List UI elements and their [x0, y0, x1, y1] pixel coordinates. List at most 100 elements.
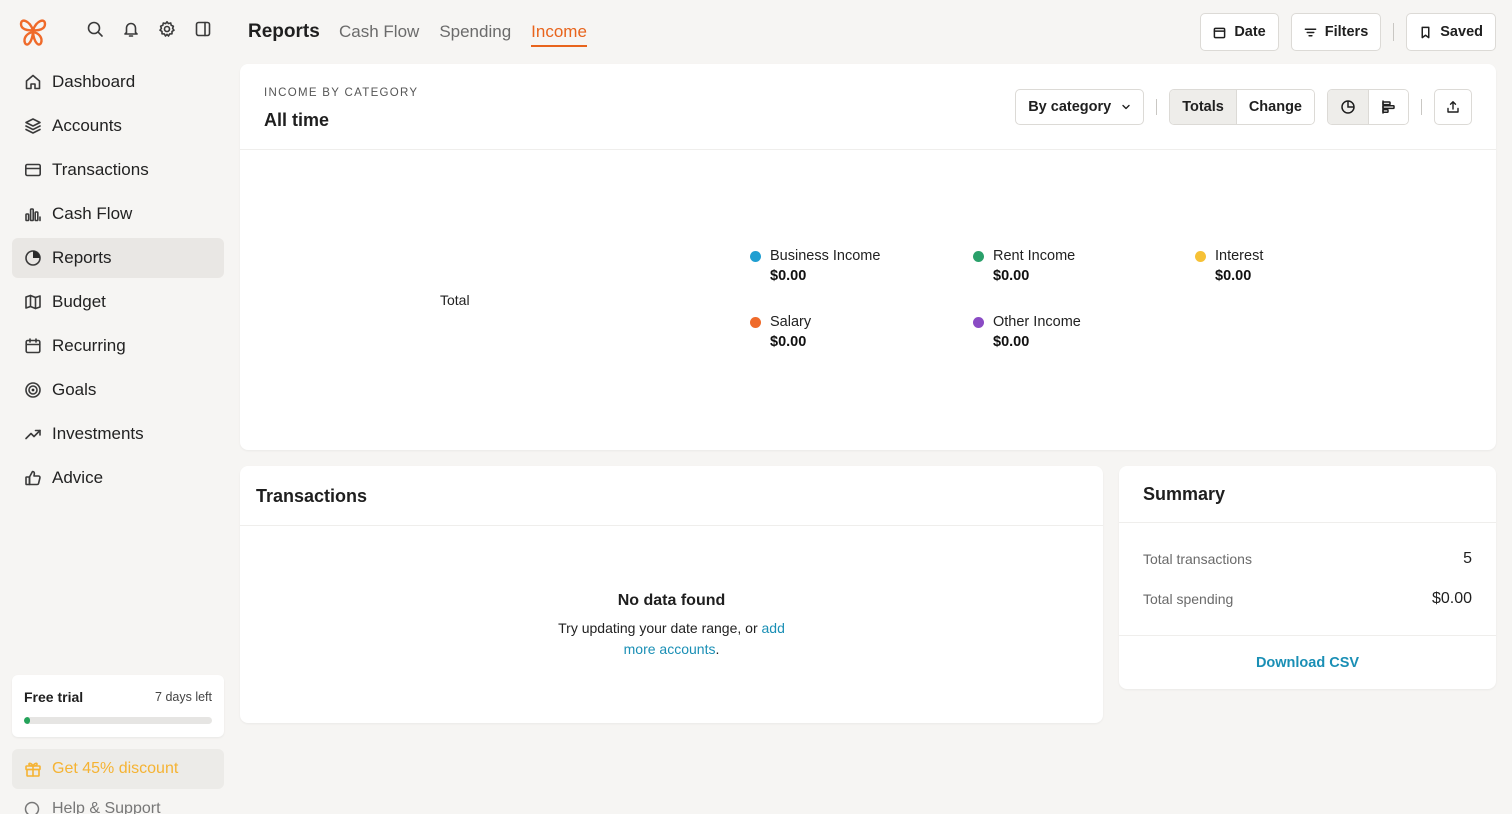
- sidebar-item-label: Budget: [52, 292, 106, 311]
- bar-view-button[interactable]: [1368, 90, 1408, 124]
- legend-item-other-income[interactable]: Other Income $0.00: [973, 314, 1173, 350]
- tab-spending[interactable]: Spending: [439, 22, 511, 47]
- export-button[interactable]: [1434, 89, 1472, 125]
- legend-name-row: Salary: [750, 314, 950, 330]
- legend-label: Salary: [770, 314, 812, 330]
- change-button[interactable]: Change: [1235, 90, 1314, 124]
- help-support-link[interactable]: Help & Support: [24, 800, 161, 814]
- gear-icon[interactable]: [158, 20, 176, 38]
- empty-state-text: Try updating your date range, or add mor…: [547, 618, 797, 660]
- date-button-label: Date: [1234, 24, 1266, 40]
- calendar-icon: [1213, 27, 1226, 38]
- sidebar-top-icons: [86, 20, 212, 38]
- legend-item-interest[interactable]: Interest $0.00: [1195, 248, 1395, 284]
- sidebar-item-label: Reports: [52, 248, 112, 267]
- transactions-title: Transactions: [256, 486, 368, 506]
- sidebar-item-label: Transactions: [52, 160, 149, 179]
- discount-label: Get 45% discount: [52, 760, 179, 777]
- legend-label: Interest: [1215, 248, 1264, 264]
- filter-icon: [1304, 28, 1317, 36]
- empty-state-title: No data found: [617, 592, 726, 609]
- download-csv-link[interactable]: Download CSV: [1256, 655, 1359, 671]
- sidebar-item-label: Investments: [52, 424, 144, 443]
- totals-button[interactable]: Totals: [1170, 90, 1236, 124]
- filters-button-label: Filters: [1324, 24, 1369, 40]
- chart-controls: By category Totals Change: [1015, 89, 1472, 125]
- tab-income[interactable]: Income: [531, 22, 587, 47]
- controls-divider: [1156, 99, 1158, 115]
- summary-label: Total spending: [1143, 591, 1234, 607]
- free-trial-days-left: 7 days left: [155, 690, 212, 704]
- free-trial-header: Free trial 7 days left: [24, 689, 212, 705]
- sidebar-item-advice[interactable]: Advice: [12, 458, 224, 498]
- controls-divider: [1421, 99, 1422, 115]
- sidebar-item-budget[interactable]: Budget: [12, 282, 224, 322]
- transactions-card: Transactions No data found Try updating …: [240, 466, 1103, 723]
- sidebar-item-label: Dashboard: [52, 72, 136, 91]
- sidebar-item-label: Cash Flow: [52, 204, 133, 223]
- sidebar-item-transactions[interactable]: Transactions: [12, 150, 224, 190]
- legend-item-rent-income[interactable]: Rent Income $0.00: [973, 248, 1173, 284]
- legend-name-row: Business Income: [750, 248, 950, 264]
- legend-value: $0.00: [770, 268, 807, 284]
- sidebar-item-cash-flow[interactable]: Cash Flow: [12, 194, 224, 234]
- chart-total-label: Total: [440, 292, 470, 308]
- bookmark-icon: [1421, 26, 1430, 38]
- brand: [18, 14, 48, 50]
- legend-name-row: Other Income: [973, 314, 1173, 330]
- summary-value: $0.00: [1431, 590, 1472, 607]
- tab-cash-flow[interactable]: Cash Flow: [339, 22, 419, 47]
- sidebar-item-label: Advice: [52, 468, 104, 487]
- empty-state-message: Try updating your date range, or: [558, 620, 762, 636]
- header-divider: [1393, 23, 1395, 41]
- filters-button[interactable]: Filters: [1290, 13, 1382, 51]
- legend-value: $0.00: [993, 334, 1030, 350]
- share-icon: [1447, 101, 1459, 113]
- saved-button[interactable]: Saved: [1406, 13, 1496, 51]
- sidebar-item-label: Recurring: [52, 336, 126, 355]
- transactions-header: Transactions: [240, 466, 1103, 526]
- sidebar-toggle-icon[interactable]: [194, 20, 212, 38]
- legend-swatch: [750, 250, 761, 262]
- legend-label: Business Income: [770, 248, 881, 264]
- summary-header: Summary: [1119, 466, 1496, 523]
- pie-chart-icon: [25, 250, 41, 266]
- sidebar-item-reports[interactable]: Reports: [12, 238, 224, 278]
- bar-chart-icon: [25, 208, 41, 222]
- free-trial-title: Free trial: [24, 689, 84, 705]
- butterfly-logo-icon[interactable]: [18, 16, 48, 48]
- legend-swatch: [973, 316, 984, 328]
- date-button[interactable]: Date: [1200, 13, 1279, 51]
- gift-icon: [25, 762, 41, 777]
- legend-name-row: Rent Income: [973, 248, 1173, 264]
- summary-label: Total transactions: [1143, 551, 1252, 567]
- thumbs-up-icon: [25, 470, 41, 486]
- free-trial-progress-bar: [24, 717, 212, 724]
- bell-icon[interactable]: [122, 20, 140, 38]
- legend-swatch: [1195, 250, 1206, 262]
- legend-value: $0.00: [1215, 268, 1252, 284]
- sidebar-item-investments[interactable]: Investments: [12, 414, 224, 454]
- chart-card-header: INCOME BY CATEGORY All time By category …: [240, 64, 1496, 150]
- income-chart-card: INCOME BY CATEGORY All time By category …: [240, 64, 1496, 450]
- legend-swatch: [750, 316, 761, 328]
- card-icon: [24, 163, 41, 177]
- legend-value: $0.00: [770, 334, 807, 350]
- sidebar-item-accounts[interactable]: Accounts: [12, 106, 224, 146]
- sidebar-item-goals[interactable]: Goals: [12, 370, 224, 410]
- discount-button[interactable]: Get 45% discount: [12, 749, 224, 789]
- sidebar: Dashboard Accounts Transactions Cash Flo…: [0, 0, 236, 814]
- summary-card: Summary Total transactions 5 Total spend…: [1119, 466, 1496, 689]
- help-support-label: Help & Support: [52, 800, 161, 814]
- free-trial-card[interactable]: Free trial 7 days left: [12, 675, 224, 737]
- chart-type-toggle: [1327, 89, 1409, 125]
- legend-item-business-income[interactable]: Business Income $0.00: [750, 248, 950, 284]
- group-by-select[interactable]: By category: [1015, 89, 1145, 125]
- search-icon[interactable]: [86, 20, 104, 38]
- sidebar-item-recurring[interactable]: Recurring: [12, 326, 224, 366]
- summary-row-total-spending: Total spending $0.00: [1143, 590, 1472, 608]
- pie-view-button[interactable]: [1328, 90, 1368, 124]
- sidebar-item-dashboard[interactable]: Dashboard: [12, 62, 224, 102]
- legend-item-salary[interactable]: Salary $0.00: [750, 314, 950, 350]
- sidebar-item-label: Accounts: [52, 116, 122, 135]
